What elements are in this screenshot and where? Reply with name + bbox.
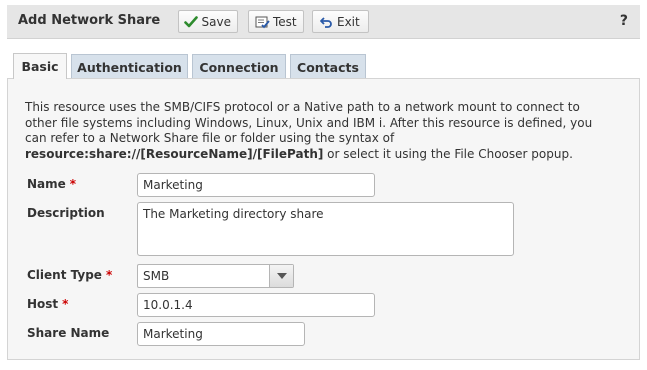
description-line: other file systems including Windows, Li… — [25, 115, 593, 130]
chevron-down-icon[interactable] — [269, 265, 293, 287]
share-name-label: Share Name — [27, 326, 110, 340]
description-line: This resource uses the SMB/CIFS protocol… — [25, 100, 580, 114]
name-label: Name * — [27, 177, 77, 191]
required-marker: * — [69, 177, 77, 191]
tab-contacts[interactable]: Contacts — [290, 54, 366, 79]
description-line: resource:share://[ResourceName]/[FilePat… — [25, 147, 625, 163]
required-marker: * — [62, 297, 69, 311]
syntax-text: resource:share://[ResourceName]/[FilePat… — [25, 146, 324, 161]
exit-label: Exit — [337, 14, 360, 29]
name-input[interactable]: Marketing — [137, 173, 375, 197]
header-bar: Add Network Share Save Test Exit ? — [7, 5, 640, 39]
test-label: Test — [273, 14, 297, 29]
description-label: Description — [27, 206, 105, 220]
client-type-select[interactable]: SMB — [137, 264, 294, 288]
page-title: Add Network Share — [18, 13, 161, 28]
description-tail: or select it using the File Chooser popu… — [323, 146, 573, 161]
help-button[interactable]: ? — [620, 13, 628, 29]
resource-description: This resource uses the SMB/CIFS protocol… — [25, 100, 625, 162]
client-type-value: SMB — [143, 269, 170, 283]
save-button[interactable]: Save — [178, 10, 238, 33]
host-input[interactable]: 10.0.1.4 — [137, 293, 375, 317]
exit-arrow-icon — [318, 14, 334, 30]
required-marker: * — [105, 268, 113, 282]
exit-button[interactable]: Exit — [312, 10, 369, 33]
tab-authentication[interactable]: Authentication — [71, 54, 188, 79]
tab-basic[interactable]: Basic — [13, 53, 67, 79]
description-textarea[interactable]: The Marketing directory share — [137, 202, 514, 256]
description-line: can refer to a Network Share file or fol… — [25, 131, 395, 145]
client-type-label: Client Type * — [27, 268, 113, 282]
save-label: Save — [201, 14, 231, 29]
share-name-input[interactable]: Marketing — [137, 322, 305, 346]
checkmark-icon — [184, 14, 199, 30]
host-label: Host * — [27, 297, 69, 311]
test-button[interactable]: Test — [248, 10, 304, 33]
tab-connection[interactable]: Connection — [192, 54, 286, 79]
test-icon — [254, 14, 270, 30]
